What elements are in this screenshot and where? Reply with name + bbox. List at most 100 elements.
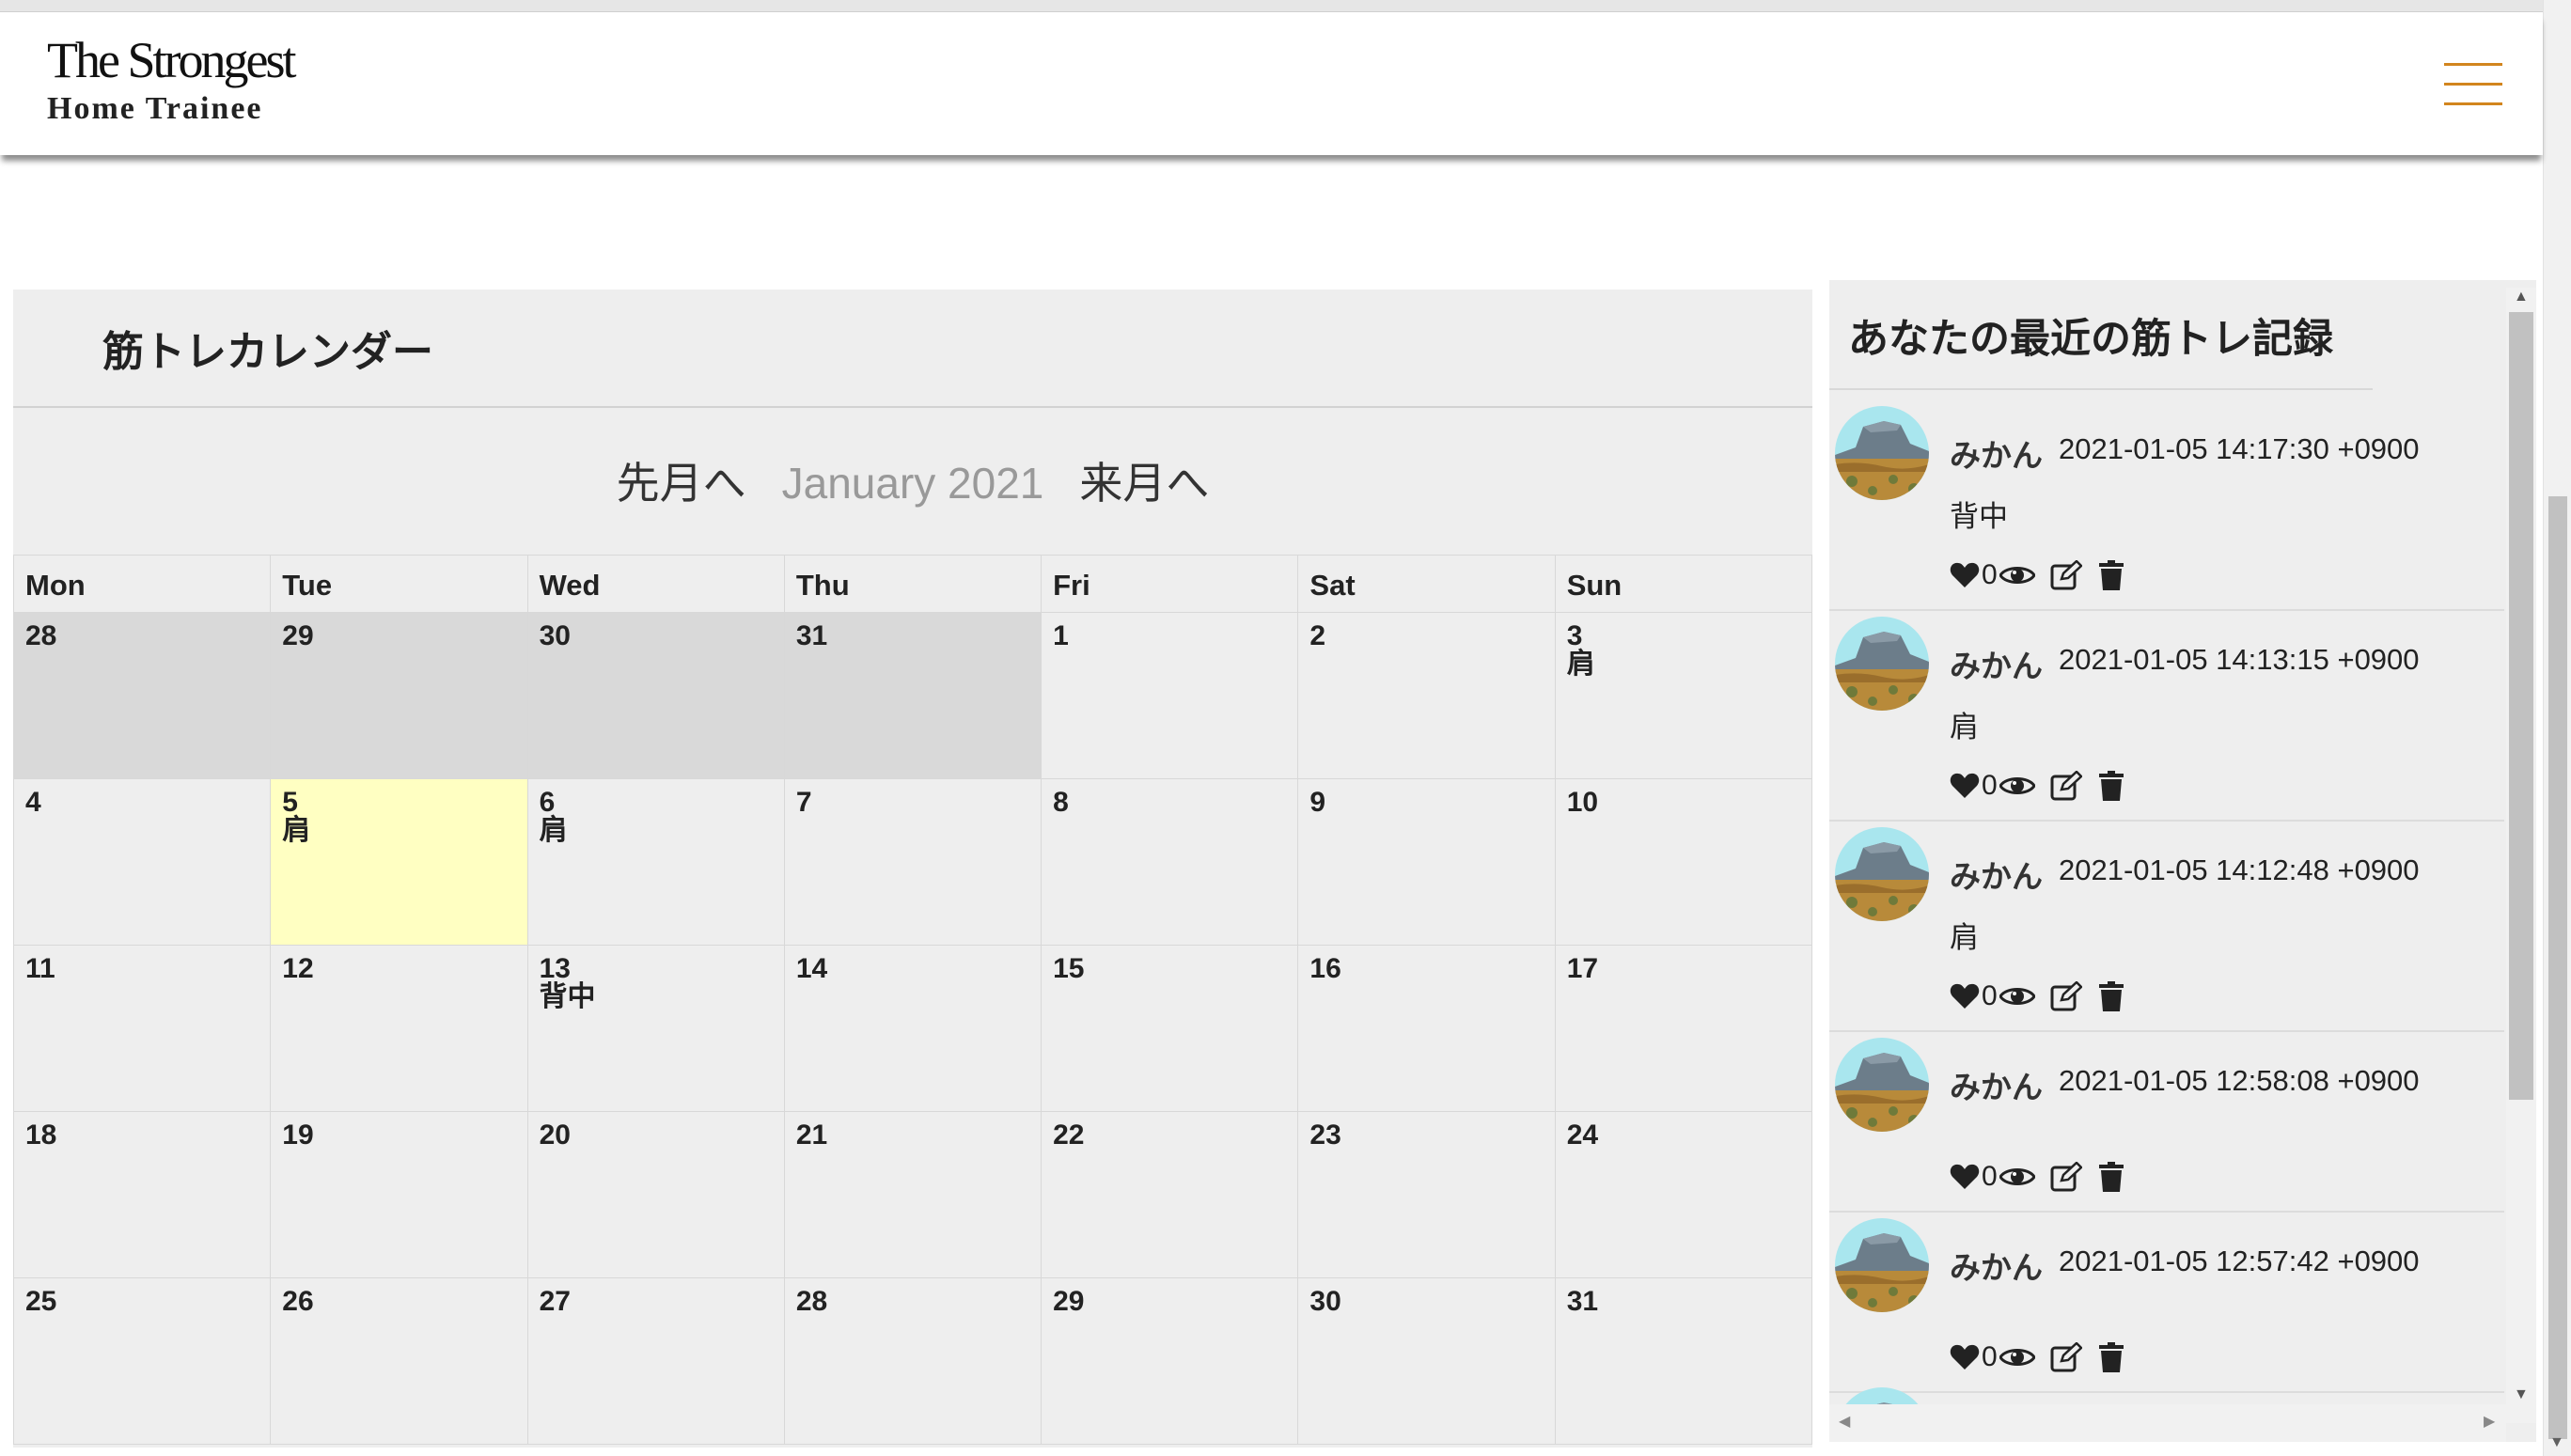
- calendar-day-cell[interactable]: 16: [1297, 945, 1556, 1112]
- day-workout-event[interactable]: 背中: [540, 983, 773, 1011]
- calendar-day-cell[interactable]: 30: [526, 612, 785, 779]
- calendar-day-cell[interactable]: 14: [783, 945, 1043, 1112]
- edit-icon[interactable]: [2050, 1342, 2082, 1372]
- calendar-day-cell[interactable]: 19: [270, 1111, 528, 1278]
- calendar-day-cell[interactable]: 1: [1041, 612, 1299, 779]
- prev-month-link[interactable]: 先月へ: [617, 459, 746, 508]
- edit-icon[interactable]: [2050, 771, 2082, 801]
- calendar-day-cell[interactable]: 12: [270, 945, 528, 1112]
- user-avatar[interactable]: [1835, 406, 1929, 500]
- calendar-day-cell[interactable]: 8: [1041, 778, 1299, 946]
- records-scrollbar-thumb[interactable]: [2509, 312, 2533, 1100]
- trash-icon[interactable]: [2098, 981, 2124, 1011]
- weekday-header: Sat: [1297, 555, 1556, 613]
- calendar-panel: 筋トレカレンダー 先月へ January 2021 来月へ Mon Tue Wed Thu…: [12, 290, 1813, 1448]
- calendar-body: 28 29 30 31 1 2 3 肩 4 5 肩 6 肩 7 8 9 10 11 12 13 背中 14 15 16 17 18…: [12, 612, 1813, 1445]
- site-logo[interactable]: The Strongest Home Trainee: [47, 32, 296, 127]
- day-number: 14: [795, 953, 828, 984]
- edit-icon[interactable]: [2050, 1162, 2082, 1192]
- eye-icon[interactable]: [1999, 1345, 2035, 1370]
- heart-icon[interactable]: [1950, 1343, 1980, 1371]
- calendar-day-cell[interactable]: 28: [783, 1277, 1043, 1445]
- records-horizontal-scrollbar[interactable]: ◀ ▶: [1829, 1404, 2506, 1442]
- calendar-day-cell[interactable]: 26: [270, 1277, 528, 1445]
- user-avatar[interactable]: [1835, 617, 1929, 711]
- day-workout-event[interactable]: 肩: [1567, 650, 1800, 679]
- records-scroll-down-arrow[interactable]: ▼: [2514, 1387, 2529, 1402]
- day-number: 28: [795, 1286, 828, 1317]
- calendar-day-cell[interactable]: 27: [526, 1277, 785, 1445]
- calendar-day-cell[interactable]: 31: [783, 612, 1043, 779]
- calendar-day-cell[interactable]: 17: [1554, 945, 1813, 1112]
- calendar-day-cell[interactable]: 29: [270, 612, 528, 779]
- calendar-day-cell[interactable]: 28: [12, 612, 272, 779]
- next-month-link[interactable]: 来月へ: [1079, 459, 1209, 508]
- edit-icon[interactable]: [2050, 981, 2082, 1011]
- calendar-day-cell[interactable]: 10: [1554, 778, 1813, 946]
- calendar-day-cell[interactable]: 18: [12, 1111, 272, 1278]
- calendar-day-cell[interactable]: 2: [1297, 612, 1556, 779]
- calendar-grid: Mon Tue Wed Thu Fri Sat Sun 28 29 30 31 1 2 3 肩 4 5 肩 6 肩 7…: [12, 555, 1813, 1445]
- day-number: 13: [539, 953, 571, 984]
- calendar-day-cell[interactable]: 29: [1041, 1277, 1299, 1445]
- heart-icon[interactable]: [1950, 772, 1980, 800]
- trash-icon[interactable]: [2098, 1162, 2124, 1192]
- trash-icon[interactable]: [2098, 771, 2124, 801]
- records-scrollbar[interactable]: ▲ ▼: [2506, 288, 2536, 1423]
- user-avatar[interactable]: [1835, 1038, 1929, 1132]
- heart-icon[interactable]: [1950, 561, 1980, 589]
- day-workout-event[interactable]: 肩: [540, 817, 773, 845]
- eye-icon[interactable]: [1999, 984, 2035, 1009]
- calendar-day-cell[interactable]: 30: [1297, 1277, 1556, 1445]
- post-username[interactable]: みかん: [1950, 1062, 2043, 1107]
- day-number: 31: [795, 620, 828, 651]
- calendar-day-cell[interactable]: 21: [783, 1111, 1043, 1278]
- page-scroll-down-arrow[interactable]: ▼: [2549, 1435, 2564, 1450]
- post-timestamp: 2021-01-05 12:58:08 +0900: [2059, 1064, 2420, 1097]
- day-number: 11: [25, 953, 55, 984]
- calendar-day-cell[interactable]: 9: [1297, 778, 1556, 946]
- hamburger-menu-icon[interactable]: [2444, 55, 2502, 108]
- post-username[interactable]: みかん: [1950, 852, 2043, 897]
- calendar-day-cell[interactable]: 22: [1041, 1111, 1299, 1278]
- calendar-day-cell[interactable]: 11: [12, 945, 272, 1112]
- calendar-divider: [13, 406, 1812, 408]
- eye-icon[interactable]: [1999, 1165, 2035, 1189]
- trash-icon[interactable]: [2098, 560, 2124, 590]
- eye-icon[interactable]: [1999, 774, 2035, 798]
- calendar-day-cell[interactable]: 15: [1041, 945, 1299, 1112]
- calendar-day-cell[interactable]: 4: [12, 778, 272, 946]
- post-username[interactable]: みかん: [1950, 1243, 2043, 1288]
- calendar-day-cell[interactable]: 31: [1554, 1277, 1813, 1445]
- day-number: 29: [282, 620, 314, 651]
- records-scroll-right-arrow[interactable]: ▶: [2484, 1415, 2495, 1430]
- calendar-day-cell[interactable]: 20: [526, 1111, 785, 1278]
- calendar-day-cell[interactable]: 23: [1297, 1111, 1556, 1278]
- user-avatar[interactable]: [1835, 1218, 1929, 1312]
- post-username[interactable]: みかん: [1950, 431, 2043, 476]
- post-workout-part: 肩: [1950, 711, 1979, 744]
- records-scroll-left-arrow[interactable]: ◀: [1839, 1415, 1850, 1430]
- records-scroll-up-arrow[interactable]: ▲: [2514, 290, 2529, 305]
- calendar-day-cell[interactable]: 13 背中: [526, 945, 785, 1112]
- post-username[interactable]: みかん: [1950, 641, 2043, 686]
- heart-icon[interactable]: [1950, 1163, 1980, 1191]
- user-avatar[interactable]: [1835, 827, 1929, 921]
- calendar-day-cell[interactable]: 24: [1554, 1111, 1813, 1278]
- eye-icon[interactable]: [1999, 563, 2035, 587]
- page-scrollbar[interactable]: ▼: [2543, 0, 2571, 1456]
- day-number: 17: [1566, 953, 1599, 984]
- calendar-day-cell[interactable]: 5肩: [270, 778, 528, 946]
- trash-icon[interactable]: [2098, 1342, 2124, 1372]
- edit-icon[interactable]: [2050, 560, 2082, 590]
- page-scrollbar-thumb[interactable]: [2548, 496, 2567, 1439]
- calendar-day-cell[interactable]: 3肩: [1554, 612, 1813, 779]
- weekday-header-row: Mon Tue Wed Thu Fri Sat Sun: [12, 555, 1813, 613]
- logo-line1: The Strongest: [47, 32, 296, 88]
- calendar-day-cell[interactable]: 25: [12, 1277, 272, 1445]
- calendar-day-cell[interactable]: 7: [783, 778, 1043, 946]
- day-workout-event[interactable]: 肩: [282, 817, 515, 845]
- heart-icon[interactable]: [1950, 982, 1980, 1010]
- calendar-day-cell[interactable]: 6肩: [526, 778, 785, 946]
- weekday-header: Sun: [1554, 555, 1813, 613]
